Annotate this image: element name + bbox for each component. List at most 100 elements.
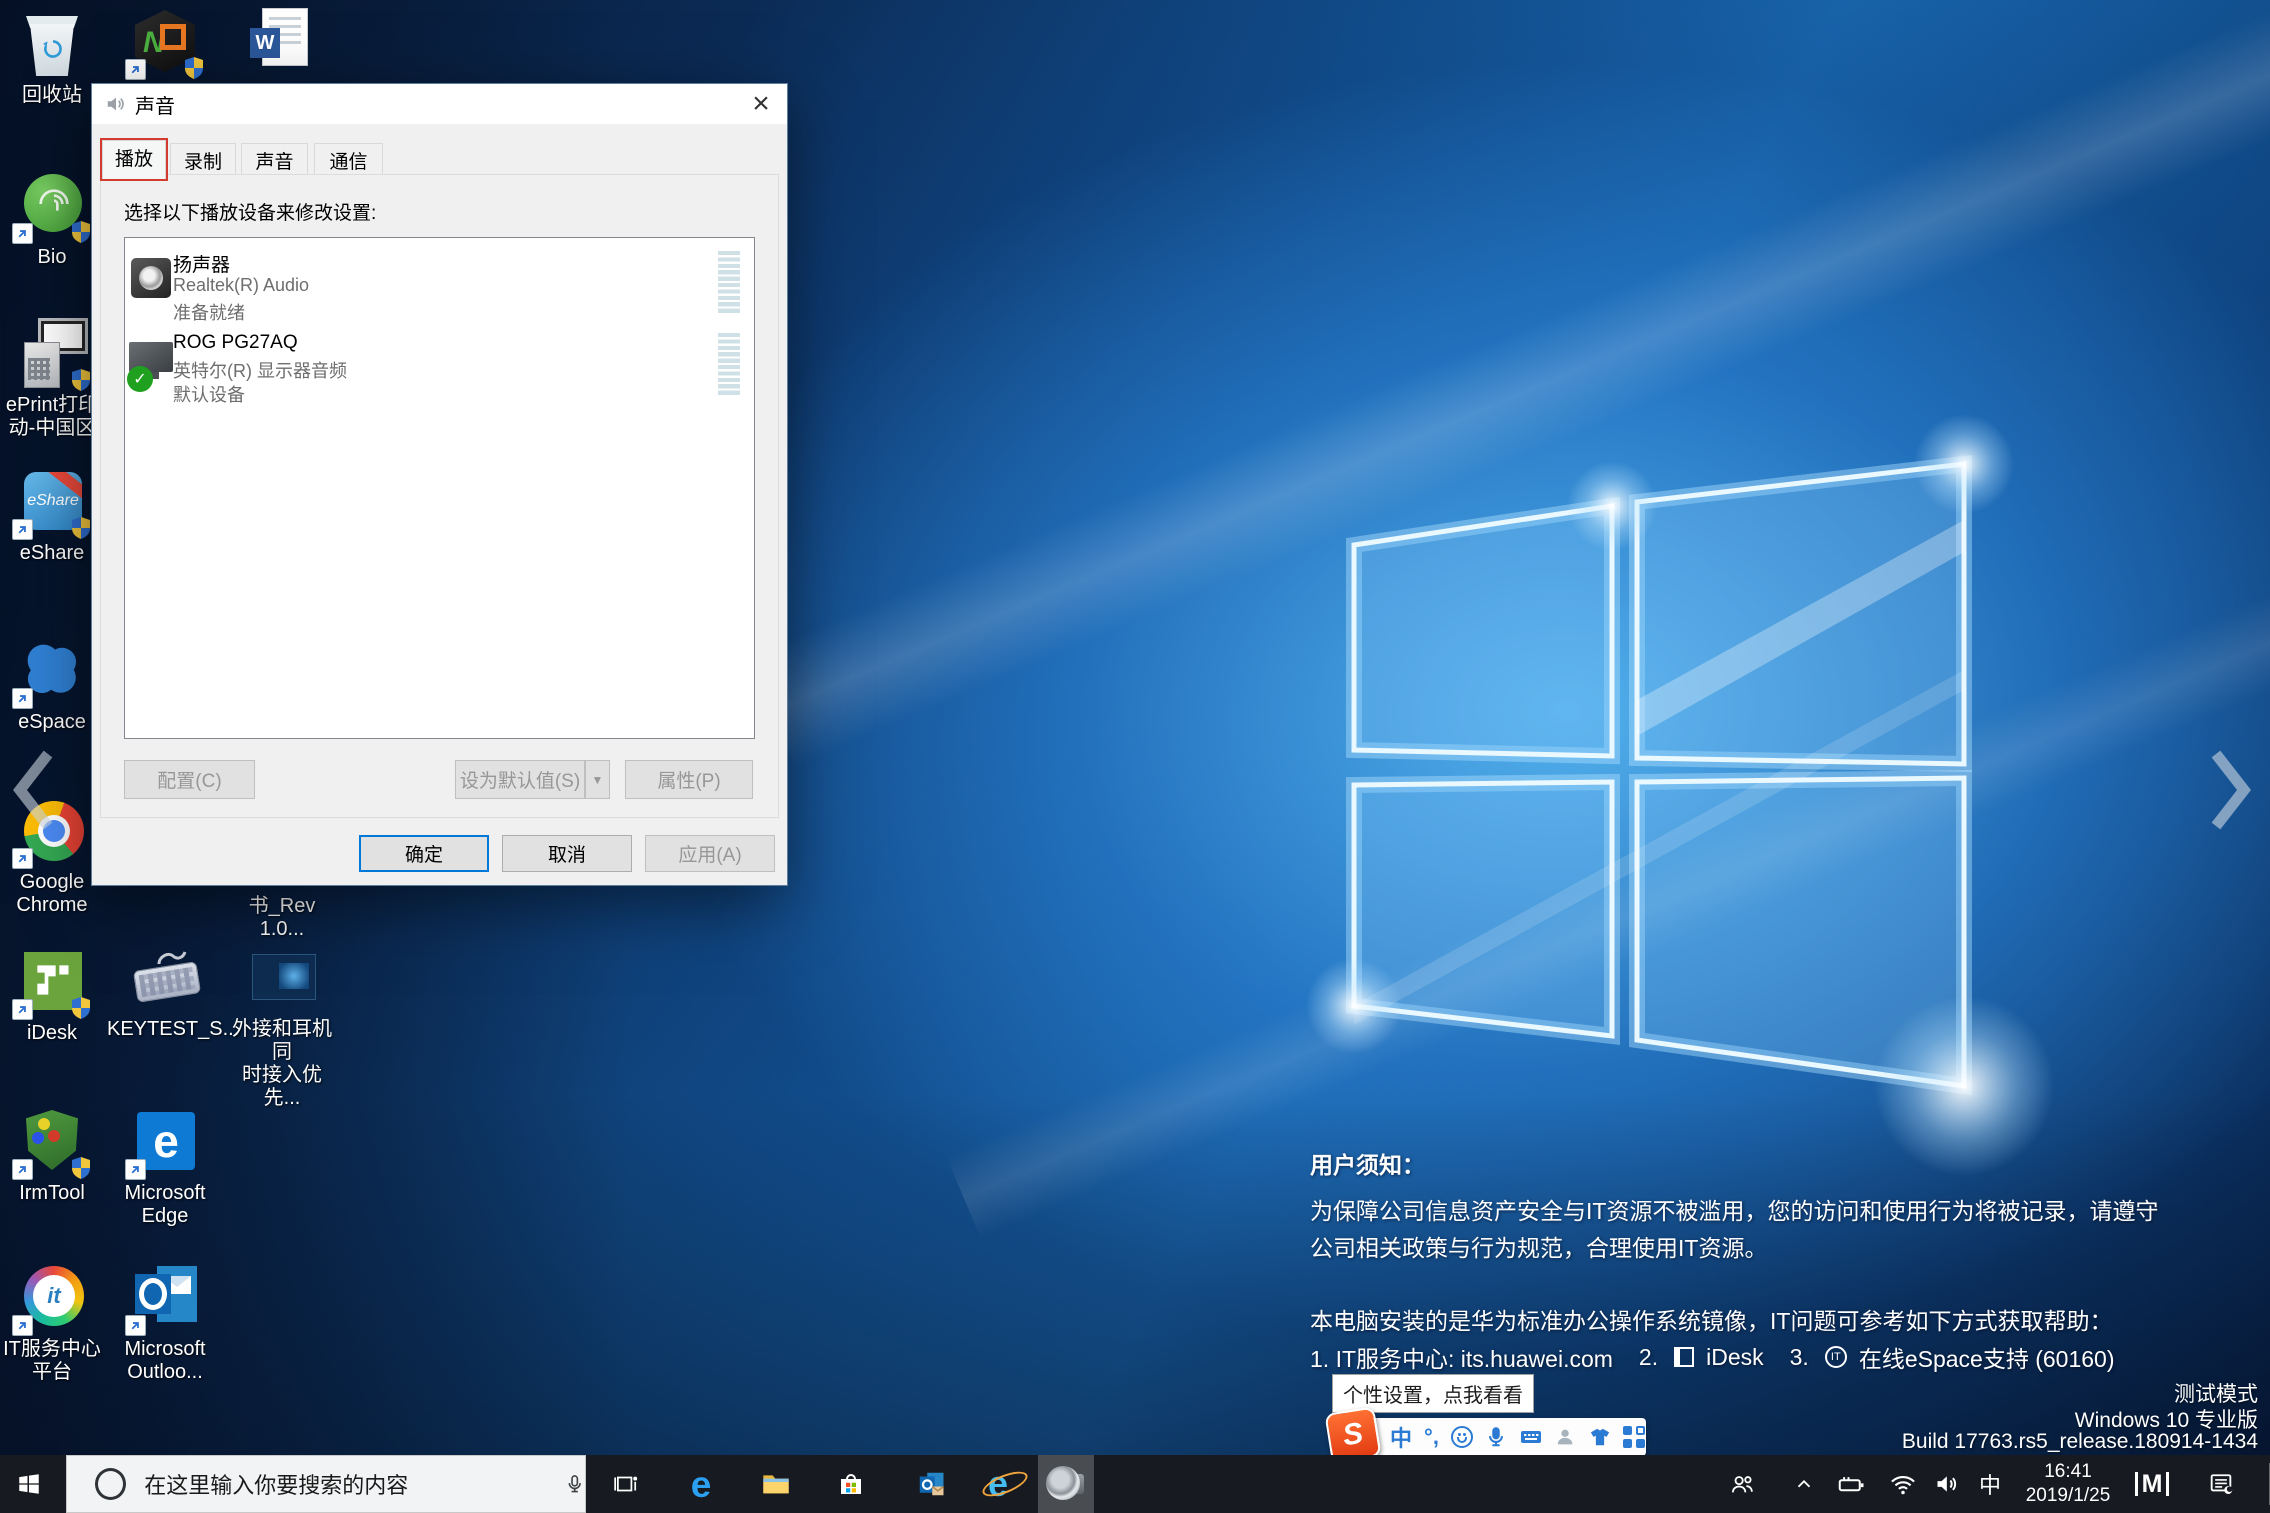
tray-people-button[interactable] — [1720, 1455, 1764, 1513]
tray-overflow-chevron[interactable] — [1784, 1455, 1824, 1513]
default-device-check-icon: ✓ — [127, 366, 153, 392]
taskbar-sound-app-button[interactable] — [1038, 1455, 1094, 1513]
taskbar-clock[interactable]: 16:41 2019/1/25 — [2020, 1455, 2116, 1513]
tray-battery-button[interactable] — [1829, 1455, 1873, 1513]
taskbar-outlook-button[interactable] — [909, 1455, 953, 1513]
skin-icon[interactable] — [1589, 1426, 1611, 1448]
chevron-left-icon[interactable] — [10, 748, 58, 832]
set-default-button[interactable]: 设为默认值(S) — [455, 760, 585, 799]
folder-icon — [760, 1468, 792, 1500]
tray-wifi-button[interactable] — [1881, 1455, 1925, 1513]
idesk-mini-icon — [1674, 1347, 1694, 1367]
apply-button[interactable]: 应用(A) — [645, 835, 775, 872]
ime-punctuation-toggle[interactable]: °, — [1424, 1424, 1439, 1450]
desktop-icon-headset-doc[interactable]: 外接和耳机同 时接入优先... — [224, 942, 340, 1110]
desktop-icon-outlook[interactable]: Microsoft Outloo... — [107, 1262, 223, 1384]
taskbar-edge-button[interactable]: e — [679, 1455, 723, 1513]
configure-button[interactable]: 配置(C) — [124, 760, 255, 799]
soft-keyboard-icon[interactable] — [1519, 1425, 1543, 1449]
desktop-icon-keytest[interactable]: KEYTEST_S... — [107, 942, 223, 1041]
toolbox-grid-icon[interactable] — [1623, 1426, 1645, 1448]
store-icon — [836, 1469, 866, 1499]
shortcut-arrow-icon — [125, 1315, 146, 1336]
dialog-titlebar[interactable]: 声音 × — [92, 84, 787, 124]
account-icon[interactable] — [1555, 1426, 1577, 1448]
icon-label: 书_Rev 1.0... — [224, 895, 340, 941]
idesk-icon — [16, 946, 88, 1018]
desktop-icon-irmtool[interactable]: IrmTool — [0, 1106, 110, 1205]
chevron-down-icon: ▼ — [592, 773, 604, 787]
action-center-button[interactable] — [2196, 1455, 2246, 1513]
irmtool-icon — [16, 1106, 88, 1178]
taskbar-ie-button[interactable]: e — [976, 1455, 1020, 1513]
eshare-icon: eShare — [16, 466, 88, 538]
device-status: 准备就绪 — [173, 299, 245, 325]
outlook-icon — [129, 1262, 201, 1334]
search-mic-icon[interactable] — [564, 1471, 585, 1497]
start-button[interactable] — [0, 1455, 58, 1513]
help-item-3-label: 在线eSpace支持 (60160) — [1859, 1340, 2115, 1374]
desktop-icon-word-doc[interactable]: W — [224, 6, 340, 78]
input-language-label: 中 — [1979, 1468, 2001, 1500]
tab-recording[interactable]: 录制 — [170, 143, 236, 176]
uac-shield-icon — [183, 56, 205, 80]
desktop-icon-edge[interactable]: e Microsoft Edge — [107, 1106, 223, 1228]
help-item-2-number: 2. — [1639, 1344, 1658, 1371]
chevron-right-icon[interactable] — [2208, 748, 2256, 832]
device-row-monitor[interactable]: ✓ ROG PG27AQ 英特尔(R) 显示器音频 默认设备 — [125, 326, 754, 408]
shortcut-arrow-icon — [12, 688, 33, 709]
recycle-bin-icon — [16, 8, 88, 80]
tab-communications[interactable]: 通信 — [314, 143, 383, 176]
uac-shield-icon — [70, 516, 92, 540]
playback-tab-panel: 选择以下播放设备来修改设置: 扬声器 Realtek(R) Audio 准备就绪… — [100, 174, 779, 818]
taskbar-store-button[interactable] — [829, 1455, 873, 1513]
clock-date: 2019/1/25 — [2026, 1484, 2111, 1508]
device-detail: 英特尔(R) 显示器音频 — [173, 357, 347, 383]
windows-desktop: { "window": { "title": "声音", "tabs": ["播… — [0, 0, 2270, 1513]
windows-logo-icon — [16, 1471, 42, 1497]
voice-input-icon[interactable] — [1485, 1426, 1507, 1448]
tray-input-indicator[interactable]: 中 — [1970, 1455, 2010, 1513]
shortcut-arrow-icon — [12, 223, 33, 244]
uac-shield-icon — [70, 220, 92, 244]
internet-explorer-icon: e — [988, 1466, 1008, 1502]
chevron-up-icon — [1793, 1473, 1815, 1495]
tray-volume-button[interactable] — [1926, 1455, 1970, 1513]
clock-time: 16:41 — [2044, 1460, 2092, 1484]
tab-playback[interactable]: 播放 — [102, 140, 166, 179]
task-view-icon — [613, 1471, 639, 1497]
ime-mode-toggle[interactable]: 中 — [1390, 1421, 1412, 1453]
device-row-speakers[interactable]: 扬声器 Realtek(R) Audio 准备就绪 — [125, 244, 754, 326]
speaker-icon — [1046, 1464, 1086, 1504]
taskbar-explorer-button[interactable] — [754, 1455, 798, 1513]
shortcut-arrow-icon — [12, 999, 33, 1020]
icon-label: Microsoft Edge — [107, 1182, 223, 1228]
properties-button[interactable]: 属性(P) — [625, 760, 753, 799]
tray-im-button[interactable]: M — [2128, 1455, 2176, 1513]
icon-label: Microsoft Outloo... — [107, 1338, 223, 1384]
cancel-button[interactable]: 取消 — [502, 835, 632, 872]
emoji-icon[interactable] — [1451, 1426, 1473, 1448]
ok-button[interactable]: 确定 — [359, 835, 489, 872]
close-icon[interactable]: × — [735, 84, 787, 124]
task-view-button[interactable] — [604, 1455, 648, 1513]
people-icon — [1729, 1471, 1756, 1498]
tab-sounds[interactable]: 声音 — [241, 143, 308, 176]
shortcut-arrow-icon — [12, 1159, 33, 1180]
keyboard-icon — [129, 942, 201, 1014]
device-detail: Realtek(R) Audio — [173, 275, 309, 296]
volume-meter — [718, 333, 740, 397]
set-default-dropdown-button[interactable]: ▼ — [585, 760, 610, 799]
shortcut-arrow-icon — [12, 848, 33, 869]
taskbar-search[interactable] — [66, 1455, 586, 1513]
notice-heading: 用户须知： — [1310, 1146, 1425, 1180]
bio-icon — [16, 170, 88, 242]
desktop-icon-nx-app[interactable]: N — [107, 6, 223, 78]
desktop-icon-idesk[interactable]: iDesk — [0, 946, 110, 1045]
desktop-icon-it-center[interactable]: it IT服务中心平台 — [0, 1262, 110, 1384]
search-input[interactable] — [142, 1470, 515, 1498]
device-name: 扬声器 — [173, 250, 230, 277]
battery-icon — [1836, 1469, 1866, 1499]
icon-label: KEYTEST_S... — [107, 1018, 223, 1041]
edge-icon: e — [691, 1466, 712, 1503]
